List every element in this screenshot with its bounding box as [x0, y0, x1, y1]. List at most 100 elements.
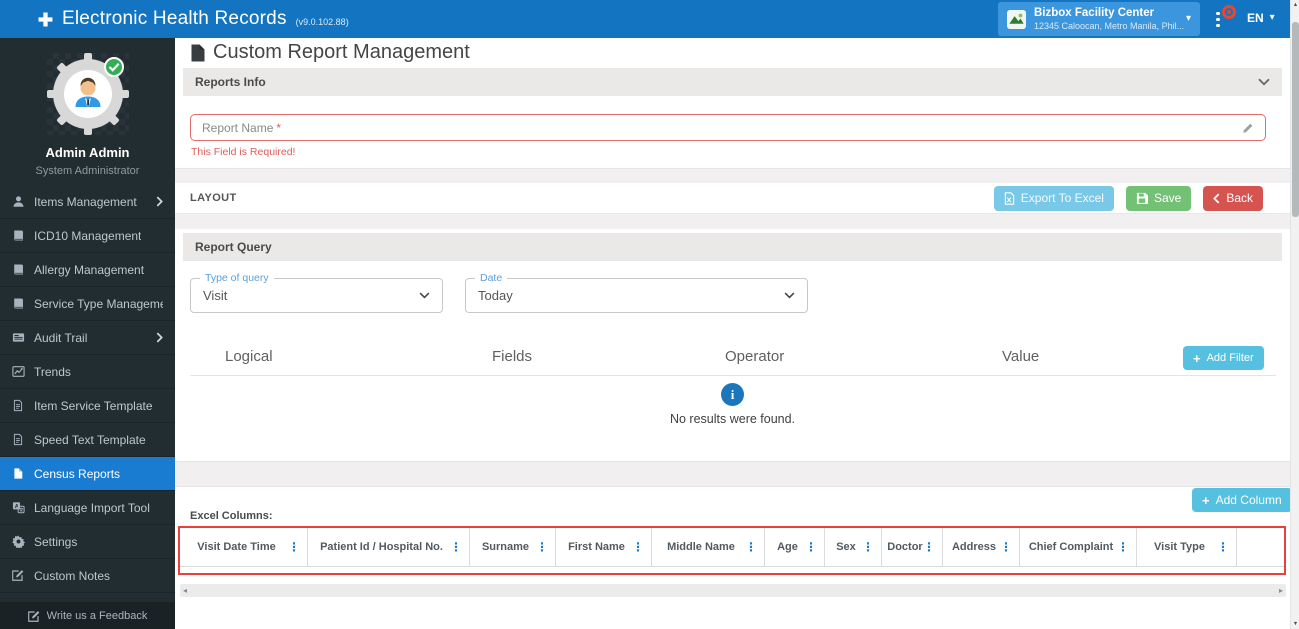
kebab-vertical-icon[interactable]: ⋮: [805, 541, 817, 553]
excel-column-header[interactable]: Sex ⋮: [825, 528, 882, 566]
excel-column-header[interactable]: Visit Date Time ⋮: [180, 528, 308, 566]
medical-cross-icon: [38, 12, 53, 27]
save-button[interactable]: Save: [1125, 185, 1192, 211]
kebab-vertical-icon[interactable]: ⋮: [632, 541, 644, 553]
file-icon: [12, 467, 25, 480]
facility-logo-icon: [1007, 9, 1026, 29]
date-select[interactable]: Date Today: [465, 272, 808, 313]
sidebar-menu: Items Management ICD10 Management Allerg…: [0, 185, 175, 593]
excel-file-icon: [1004, 191, 1015, 205]
excel-column-header[interactable]: Visit Type ⋮: [1137, 528, 1237, 566]
caret-down-icon: ▾: [1185, 13, 1191, 24]
excel-column-header[interactable]: Middle Name ⋮: [652, 528, 765, 566]
sidebar: Admin Admin System Administrator Items M…: [0, 38, 175, 629]
section-gap: [175, 168, 1290, 184]
page-title: Custom Report Management: [190, 41, 470, 64]
language-selector[interactable]: EN ▾: [1247, 11, 1275, 25]
sidebar-item[interactable]: Service Type Management: [0, 287, 175, 321]
app-version: (v9.0.102.88): [295, 16, 349, 27]
top-navbar: Electronic Health Records (v9.0.102.88) …: [0, 0, 1290, 38]
facility-selector[interactable]: Bizbox Facility Center 12345 Caloocan, M…: [998, 2, 1200, 36]
scroll-left-icon[interactable]: ◂: [183, 585, 187, 596]
layout-toolbar: LAYOUT Export To Excel Save Back: [175, 183, 1290, 214]
kebab-vertical-icon[interactable]: ⋮: [1117, 541, 1129, 553]
kebab-vertical-icon[interactable]: ⋮: [288, 541, 300, 553]
scroll-up-icon[interactable]: ▲: [1291, 2, 1299, 8]
sidebar-item[interactable]: Items Management: [0, 185, 175, 219]
screen: Electronic Health Records (v9.0.102.88) …: [0, 0, 1299, 629]
add-column-button[interactable]: + Add Column: [1192, 488, 1292, 512]
book-icon: [12, 297, 25, 310]
trends-chart-icon: [12, 365, 25, 378]
notifications-menu[interactable]: [1210, 5, 1236, 32]
required-asterisk: *: [276, 120, 282, 135]
excel-column-header[interactable]: Chief Complaint ⋮: [1020, 528, 1137, 566]
notification-badge: [1222, 5, 1236, 19]
scroll-down-icon[interactable]: ▼: [1291, 621, 1299, 627]
user-profile: Admin Admin System Administrator: [0, 38, 175, 177]
vertical-scrollbar[interactable]: ▲ ▼: [1290, 0, 1299, 629]
type-of-query-label: Type of query: [200, 272, 274, 286]
kebab-vertical-icon[interactable]: ⋮: [450, 541, 462, 553]
sidebar-item[interactable]: ICD10 Management: [0, 219, 175, 253]
kebab-vertical-icon[interactable]: ⋮: [1217, 541, 1229, 553]
chevron-down-icon: [784, 292, 795, 299]
scrollbar-thumb[interactable]: [1292, 22, 1299, 217]
horizontal-scrollbar[interactable]: ◂ ▸: [180, 584, 1286, 597]
page-file-icon: [190, 44, 205, 62]
chevron-left-icon: [1213, 193, 1220, 204]
report-name-input[interactable]: Report Name *: [190, 114, 1266, 141]
sidebar-item[interactable]: Settings: [0, 525, 175, 559]
excel-column-header[interactable]: Address ⋮: [943, 528, 1020, 566]
chevron-down-icon[interactable]: [1258, 78, 1270, 86]
app-title: Electronic Health Records: [62, 8, 287, 29]
layout-label: LAYOUT: [190, 192, 237, 204]
kebab-vertical-icon[interactable]: ⋮: [536, 541, 548, 553]
chevron-right-icon: [156, 196, 163, 207]
excel-column-header[interactable]: Patient Id / Hospital No. ⋮: [308, 528, 470, 566]
avatar: [46, 53, 129, 135]
file-text-icon: [12, 433, 25, 446]
sidebar-item[interactable]: Allergy Management: [0, 253, 175, 287]
excel-column-header[interactable]: Surname ⋮: [470, 528, 556, 566]
export-to-excel-button[interactable]: Export To Excel: [993, 185, 1114, 211]
user-icon: [12, 195, 25, 208]
chevron-right-icon: [156, 332, 163, 343]
reports-info-header: Reports Info: [183, 68, 1282, 96]
section-gap: [175, 214, 1290, 229]
kebab-vertical-icon[interactable]: ⋮: [923, 541, 935, 553]
pencil-input-icon: [1242, 122, 1254, 134]
add-filter-button[interactable]: + Add Filter: [1183, 346, 1264, 370]
sidebar-item[interactable]: Trends: [0, 355, 175, 389]
feedback-link[interactable]: Write us a Feedback: [0, 602, 175, 629]
date-label: Date: [475, 272, 508, 286]
user-name: Admin Admin: [45, 145, 130, 160]
excel-column-header[interactable]: First Name ⋮: [556, 528, 652, 566]
filter-table-header: Logical Fields Operator Value: [175, 348, 1290, 366]
report-name-placeholder: Report Name: [202, 120, 274, 135]
kebab-vertical-icon[interactable]: ⋮: [1000, 541, 1012, 553]
sidebar-item[interactable]: Census Reports: [0, 457, 175, 491]
book-icon: [12, 263, 25, 276]
edit-icon: [27, 610, 40, 622]
plus-icon: +: [1202, 492, 1210, 508]
type-of-query-select[interactable]: Type of query Visit: [190, 272, 443, 313]
sidebar-item[interactable]: A Language Import Tool: [0, 491, 175, 525]
report-query-header: Report Query: [183, 233, 1282, 261]
excel-column-header[interactable]: Doctor ⋮: [882, 528, 943, 566]
kebab-vertical-icon[interactable]: ⋮: [862, 541, 874, 553]
scroll-right-icon[interactable]: ▸: [1279, 585, 1283, 596]
sidebar-item[interactable]: Custom Notes: [0, 559, 175, 593]
excel-columns-label: Excel Columns:: [190, 510, 273, 522]
facility-text: Bizbox Facility Center 12345 Caloocan, M…: [1034, 6, 1184, 32]
excel-columns-header-row: Visit Date Time ⋮ Patient Id / Hospital …: [180, 528, 1284, 567]
validation-error: This Field is Required!: [191, 146, 296, 158]
filter-column-header: Value: [1002, 348, 1040, 365]
back-button[interactable]: Back: [1203, 185, 1263, 211]
audit-card-icon: [12, 331, 25, 344]
sidebar-item[interactable]: Audit Trail: [0, 321, 175, 355]
sidebar-item[interactable]: Speed Text Template: [0, 423, 175, 457]
sidebar-item[interactable]: Item Service Template: [0, 389, 175, 423]
excel-column-header[interactable]: Age ⋮: [765, 528, 825, 566]
kebab-vertical-icon[interactable]: ⋮: [745, 541, 757, 553]
